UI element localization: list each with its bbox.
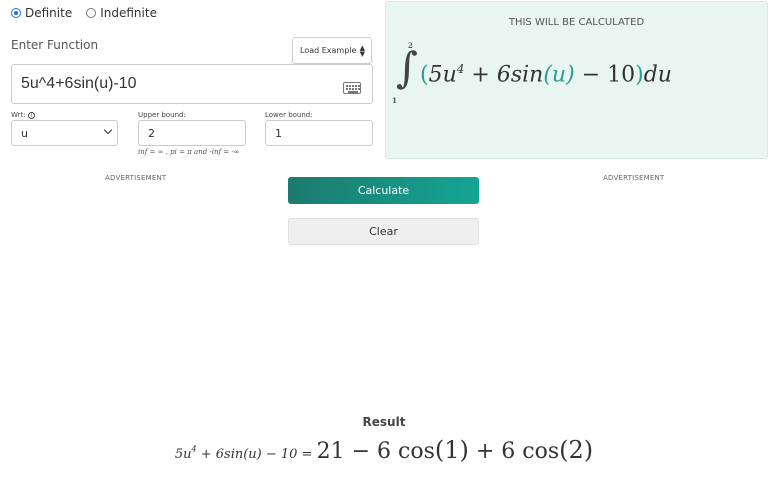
result-equation: 5u4 + 6sin(u) − 10 = 21 − 6 cos(1) + 6 c… (0, 436, 768, 464)
wrt-label: Wrt: i (11, 111, 35, 119)
integral-symbol: ∫ (396, 43, 418, 92)
exponent-4: 4 (456, 62, 465, 76)
lower-bound-input[interactable]: 1 (265, 120, 373, 146)
load-example-select[interactable]: Load Example ▲ ▼ (292, 37, 372, 64)
chevron-down-icon (103, 125, 113, 135)
preview-panel: THIS WILL BE CALCULATED 2 1 ∫ (5u4 + 6si… (385, 1, 768, 159)
result-rhs-a-arg: (1) (434, 436, 469, 464)
mode-radio-group: Definite Indefinite (11, 6, 167, 20)
term-10: 10 (607, 62, 636, 88)
ad-left-label: ADVERTISEMENT (105, 174, 167, 182)
wrt-value: u (21, 127, 28, 140)
load-example-label: Load Example (300, 46, 357, 55)
minus-op: − (581, 62, 601, 88)
upper-bound-input[interactable]: 2 (138, 120, 246, 146)
result-lhs-base: 5u (174, 447, 192, 462)
definite-radio[interactable] (11, 8, 21, 18)
info-icon[interactable]: i (27, 111, 35, 119)
calculate-button[interactable]: Calculate (288, 177, 479, 204)
wrt-label-text: Wrt: (11, 111, 26, 119)
result-lhs-rest: + 6sin(u) − 10 = (196, 447, 317, 462)
wrt-select[interactable]: u (11, 120, 118, 146)
lower-bound-label: Lower bound: (265, 111, 313, 119)
preview-title: THIS WILL BE CALCULATED (508, 17, 645, 28)
plus-op: + (471, 62, 490, 88)
open-paren: ( (420, 62, 429, 88)
term-6sin: 6sin (496, 62, 544, 88)
result-rhs-b-arg: (2) (559, 436, 594, 464)
select-arrows-icon: ▲ ▼ (359, 44, 365, 58)
result-rhs-b: + 6 cos (468, 439, 560, 464)
close-paren: ) (635, 62, 644, 88)
preview-integrand: (5u4 + 6sin(u) − 10)du (420, 62, 672, 87)
ad-right-label: ADVERTISEMENT (603, 174, 665, 182)
bounds-hint: inf = ∞ , pi = π and -inf = -∞ (138, 148, 240, 156)
function-input[interactable]: 5u^4+6sin(u)-10 (11, 64, 373, 104)
definite-radio-label[interactable]: Definite (25, 6, 72, 20)
sin-arg: (u) (543, 62, 575, 88)
clear-button[interactable]: Clear (288, 218, 479, 245)
keyboard-icon[interactable] (343, 82, 361, 94)
upper-bound-label: Upper bound: (138, 111, 186, 119)
result-rhs-a: 21 − 6 cos (316, 439, 435, 464)
term-5u: 5u (428, 62, 457, 88)
indefinite-radio[interactable] (86, 8, 97, 18)
indefinite-radio-label[interactable]: Indefinite (100, 6, 157, 20)
preview-lower-limit: 1 (392, 96, 397, 105)
enter-function-label: Enter Function (11, 38, 99, 52)
du: du (643, 62, 672, 88)
result-title: Result (362, 415, 406, 429)
